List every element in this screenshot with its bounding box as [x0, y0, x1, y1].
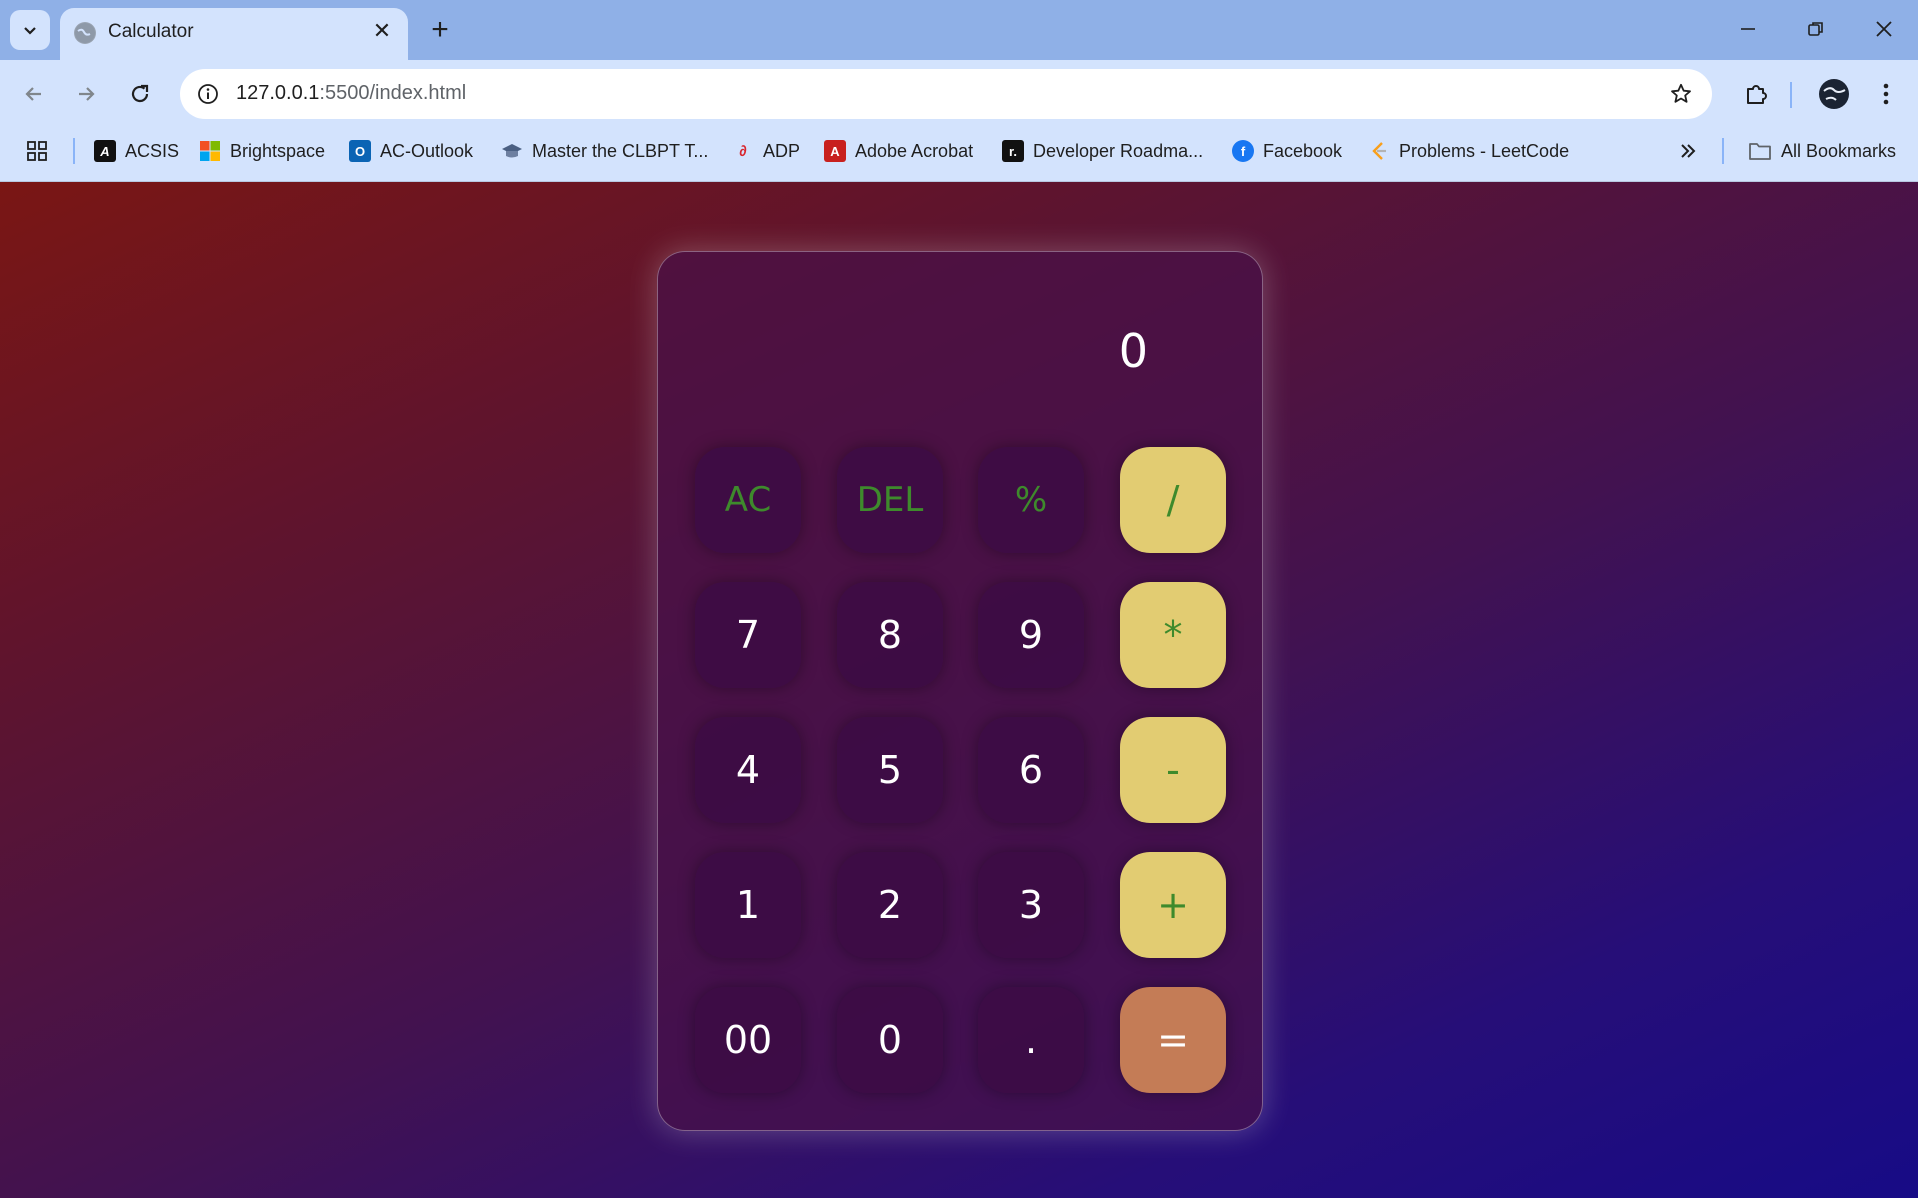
multiply-button[interactable]: * [1120, 582, 1226, 688]
bookmark-adobe-acrobat[interactable]: A Adobe Acrobat [824, 136, 973, 166]
all-bookmarks-button[interactable]: All Bookmarks [1748, 136, 1896, 166]
minimize-icon [1741, 28, 1755, 30]
digit-5-button[interactable]: 5 [837, 717, 943, 823]
bookmark-label: Master the CLBPT T... [532, 140, 709, 161]
double-chevron-right-icon [1681, 144, 1696, 158]
bookmark-label: Developer Roadma... [1033, 140, 1204, 161]
bookmark-developer-roadmap[interactable]: r. Developer Roadma... [1002, 136, 1203, 166]
digit-8-button[interactable]: 8 [837, 582, 943, 688]
bookmark-star-icon[interactable] [1666, 79, 1696, 109]
more-vert-icon [1883, 83, 1889, 105]
subtract-button[interactable]: - [1120, 717, 1226, 823]
bookmark-leetcode[interactable]: Problems - LeetCode [1368, 136, 1569, 166]
calculator-display: 0 [1118, 324, 1148, 378]
outlook-icon: O [349, 140, 371, 162]
bookmark-label: ADP [763, 140, 801, 161]
bookmark-label: Adobe Acrobat [855, 140, 974, 161]
new-tab-button[interactable]: + [422, 12, 458, 48]
decimal-button[interactable]: . [978, 987, 1084, 1093]
restore-icon [1808, 22, 1823, 36]
bookmark-brightspace[interactable]: Brightspace [199, 136, 325, 166]
close-icon [1876, 21, 1892, 37]
address-bar[interactable]: 127.0.0.1:5500/index.html [180, 69, 1712, 119]
url-path: :5500/index.html [319, 82, 467, 104]
chevron-down-icon [24, 27, 36, 35]
close-window-button[interactable] [1850, 0, 1918, 58]
digit-0-button[interactable]: 0 [837, 987, 943, 1093]
bookmark-master-clbpt[interactable]: Master the CLBPT T... [501, 136, 708, 166]
profile-avatar[interactable] [1814, 74, 1854, 114]
menu-button[interactable] [1866, 74, 1906, 114]
bookmark-label: Problems - LeetCode [1399, 140, 1570, 161]
bookmark-adp[interactable]: ∂ ADP [732, 136, 800, 166]
digit-6-button[interactable]: 6 [978, 717, 1084, 823]
reload-button[interactable] [120, 74, 160, 114]
tab-calculator[interactable]: Calculator ✕ [60, 8, 408, 60]
restore-button[interactable] [1782, 0, 1850, 58]
leetcode-icon [1368, 140, 1390, 162]
reload-icon [131, 84, 149, 103]
bookmark-acsis[interactable]: A ACSIS [94, 136, 179, 166]
adp-icon: ∂ [739, 142, 747, 160]
divide-button[interactable]: / [1120, 447, 1226, 553]
equals-button[interactable]: = [1120, 987, 1226, 1093]
toolbar-separator [1790, 82, 1792, 108]
all-bookmarks-label: All Bookmarks [1781, 140, 1897, 161]
digit-9-button[interactable]: 9 [978, 582, 1084, 688]
acsis-icon: A [94, 140, 116, 162]
back-button[interactable] [14, 74, 54, 114]
digit-4-button[interactable]: 4 [695, 717, 801, 823]
digit-1-button[interactable]: 1 [695, 852, 801, 958]
minimize-button[interactable] [1714, 0, 1782, 58]
percent-button[interactable]: % [978, 447, 1084, 553]
roadmap-icon: r. [1002, 140, 1024, 162]
url-text[interactable]: 127.0.0.1:5500/index.html [236, 82, 466, 105]
acrobat-icon: A [824, 140, 846, 162]
tab-strip: Calculator ✕ + [0, 0, 1918, 60]
apps-button[interactable] [26, 136, 48, 166]
digit-3-button[interactable]: 3 [978, 852, 1084, 958]
folder-icon [1749, 143, 1771, 160]
clear-all-button[interactable]: AC [695, 447, 801, 553]
graduation-cap-icon [501, 140, 523, 162]
facebook-icon: f [1232, 140, 1254, 162]
tab-title: Calculator [108, 21, 194, 42]
add-button[interactable]: + [1120, 852, 1226, 958]
browser-chrome: Calculator ✕ + 127.0.0.1:5500/index.html [0, 0, 1918, 182]
tab-search-button[interactable] [10, 10, 50, 50]
url-host: 127.0.0.1 [236, 82, 320, 104]
bookmark-label: Facebook [1263, 140, 1343, 161]
arrow-right-icon [79, 87, 95, 101]
globe-icon [74, 22, 96, 44]
more-bookmarks-button[interactable] [1678, 136, 1698, 166]
forward-button[interactable] [66, 74, 106, 114]
apps-grid-icon [27, 141, 47, 161]
bookmarks-bar: A ACSIS Brightspace O AC-Outlook Master … [0, 130, 1918, 170]
bookmark-separator [1722, 138, 1724, 164]
close-tab-icon[interactable]: ✕ [368, 17, 396, 45]
site-info-icon[interactable] [194, 80, 222, 108]
avatar-icon [1819, 79, 1849, 109]
digit-7-button[interactable]: 7 [695, 582, 801, 688]
bookmark-label: Brightspace [230, 140, 326, 161]
calculator: 0 AC DEL%/7 8 9 * 4 5 6-1 2 3 +00 0. = [657, 251, 1263, 1131]
bookmark-label: ACSIS [125, 140, 180, 161]
digit-2-button[interactable]: 2 [837, 852, 943, 958]
extensions-button[interactable] [1736, 74, 1776, 114]
brightspace-icon [199, 140, 221, 162]
bookmark-facebook[interactable]: f Facebook [1232, 136, 1342, 166]
puzzle-icon [1747, 85, 1767, 104]
bookmark-separator [73, 138, 75, 164]
delete-button[interactable]: DEL [837, 447, 943, 553]
double-zero-button[interactable]: 00 [695, 987, 801, 1093]
page-background: 0 AC DEL%/7 8 9 * 4 5 6-1 2 3 +00 0. = [0, 182, 1918, 1198]
bookmark-label: AC-Outlook [380, 140, 474, 161]
arrow-left-icon [25, 87, 41, 101]
bookmark-ac-outlook[interactable]: O AC-Outlook [349, 136, 473, 166]
